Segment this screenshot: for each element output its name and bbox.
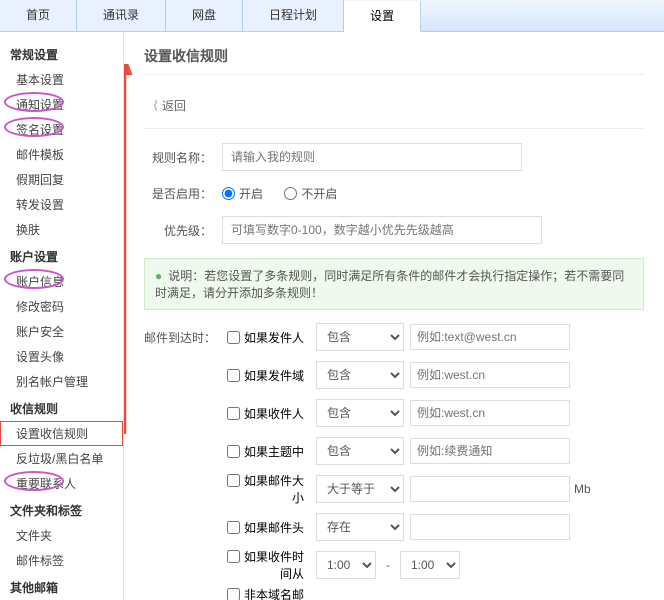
tab-1[interactable]: 通讯录 bbox=[77, 0, 166, 31]
condition-checkbox[interactable]: 如果收件人 bbox=[222, 405, 310, 422]
condition-select[interactable]: 包含 bbox=[316, 399, 404, 427]
condition-checkbox[interactable]: 如果发件人 bbox=[222, 329, 310, 346]
rule-name-label: 规则名称： bbox=[144, 149, 212, 166]
radio-on[interactable]: 开启 bbox=[222, 187, 263, 201]
condition-select[interactable]: 存在 bbox=[316, 513, 404, 541]
condition-checkbox[interactable]: 如果主题中 bbox=[222, 443, 310, 460]
condition-checkbox[interactable]: 如果邮件大小 bbox=[222, 472, 310, 506]
top-tabs: 首页通讯录网盘日程计划设置 bbox=[0, 0, 664, 32]
condition-value-input[interactable] bbox=[410, 438, 570, 464]
sidebar-item[interactable]: 假期回复 bbox=[0, 167, 123, 192]
condition-row: 邮件到达时：如果发件人包含 bbox=[144, 320, 644, 354]
sidebar-item[interactable]: 账户信息 bbox=[0, 269, 123, 294]
sidebar-heading: 账户设置 bbox=[0, 242, 123, 269]
condition-checkbox[interactable]: 如果发件域 bbox=[222, 367, 310, 384]
condition-row: 如果邮件大小大于等于 Mb bbox=[144, 472, 644, 506]
condition-value-input[interactable] bbox=[410, 476, 570, 502]
condition-checkbox[interactable]: 非本域名邮件 bbox=[222, 586, 310, 600]
dash-separator: - bbox=[386, 558, 390, 572]
tab-2[interactable]: 网盘 bbox=[166, 0, 243, 31]
sidebar-item[interactable]: 签名设置 bbox=[0, 117, 123, 142]
sidebar-item[interactable]: 修改密码 bbox=[0, 294, 123, 319]
info-text: 说明：若您设置了多条规则，同时满足所有条件的邮件才会执行指定操作；若不需要同时满… bbox=[155, 269, 624, 300]
tab-4[interactable]: 设置 bbox=[344, 1, 421, 32]
sidebar-item[interactable]: 重要联系人 bbox=[0, 471, 123, 496]
tab-3[interactable]: 日程计划 bbox=[243, 0, 344, 31]
sidebar-heading: 文件夹和标签 bbox=[0, 496, 123, 523]
content-area: 设置收信规则 《返回 规则名称： 是否启用： 开启 不开启 优先级： ●说明：若… bbox=[124, 32, 664, 600]
time-to-select[interactable]: 1:00 bbox=[400, 551, 460, 579]
condition-row-time: 如果收件时间从1:00-1:00 bbox=[144, 548, 644, 582]
sidebar-heading: 常规设置 bbox=[0, 40, 123, 67]
sidebar-item[interactable]: 邮件标签 bbox=[0, 548, 123, 573]
sidebar-heading: 其他邮箱 bbox=[0, 573, 123, 600]
condition-select[interactable]: 包含 bbox=[316, 437, 404, 465]
sidebar-item[interactable]: 换肤 bbox=[0, 217, 123, 242]
sidebar-item[interactable]: 反垃圾/黑白名单 bbox=[0, 446, 123, 471]
enable-radio-group: 开启 不开启 bbox=[222, 185, 355, 202]
info-icon: ● bbox=[155, 269, 162, 283]
annotation-ring bbox=[4, 269, 64, 289]
info-bar: ●说明：若您设置了多条规则，同时满足所有条件的邮件才会执行指定操作；若不需要同时… bbox=[144, 258, 644, 310]
annotation-ring bbox=[4, 117, 64, 137]
condition-checkbox[interactable]: 如果邮件头 bbox=[222, 519, 310, 536]
condition-checkbox[interactable]: 如果收件时间从 bbox=[222, 548, 310, 582]
condition-value-input[interactable] bbox=[410, 514, 570, 540]
sidebar-item[interactable]: 文件夹 bbox=[0, 523, 123, 548]
condition-value-input[interactable] bbox=[410, 400, 570, 426]
condition-row: 如果主题中包含 bbox=[144, 434, 644, 468]
condition-row: 如果收件人包含 bbox=[144, 396, 644, 430]
sidebar-item[interactable]: 基本设置 bbox=[0, 67, 123, 92]
back-label: 返回 bbox=[162, 99, 186, 113]
back-button[interactable]: 《返回 bbox=[144, 89, 644, 129]
condition-row: 如果邮件头存在 bbox=[144, 510, 644, 544]
radio-off[interactable]: 不开启 bbox=[284, 187, 337, 201]
condition-value-input[interactable] bbox=[410, 362, 570, 388]
sidebar-item[interactable]: 邮件模板 bbox=[0, 142, 123, 167]
condition-value-input[interactable] bbox=[410, 324, 570, 350]
sidebar-item[interactable]: 账户安全 bbox=[0, 319, 123, 344]
enable-label: 是否启用： bbox=[144, 185, 212, 202]
unit-label: Mb bbox=[574, 482, 591, 496]
rule-name-input[interactable] bbox=[222, 143, 522, 171]
priority-input[interactable] bbox=[222, 216, 542, 244]
page-title: 设置收信规则 bbox=[144, 46, 644, 75]
conditions-table: 邮件到达时：如果发件人包含如果发件域包含如果收件人包含如果主题中包含如果邮件大小… bbox=[144, 320, 644, 600]
sidebar-heading: 收信规则 bbox=[0, 394, 123, 421]
sidebar-item[interactable]: 设置收信规则 bbox=[0, 421, 123, 446]
sidebar: 常规设置基本设置通知设置签名设置邮件模板假期回复转发设置换肤账户设置账户信息修改… bbox=[0, 32, 124, 600]
time-from-select[interactable]: 1:00 bbox=[316, 551, 376, 579]
sidebar-item[interactable]: 设置头像 bbox=[0, 344, 123, 369]
priority-label: 优先级： bbox=[144, 222, 212, 239]
sidebar-item[interactable]: 别名帐户管理 bbox=[0, 369, 123, 394]
condition-select[interactable]: 包含 bbox=[316, 361, 404, 389]
condition-select[interactable]: 大于等于 bbox=[316, 475, 404, 503]
sidebar-item[interactable]: 通知设置 bbox=[0, 92, 123, 117]
tab-0[interactable]: 首页 bbox=[0, 0, 77, 31]
annotation-ring bbox=[4, 471, 64, 491]
condition-select[interactable]: 包含 bbox=[316, 323, 404, 351]
condition-row: 非本域名邮件 bbox=[144, 586, 644, 600]
condition-row: 如果发件域包含 bbox=[144, 358, 644, 392]
sidebar-item[interactable]: 转发设置 bbox=[0, 192, 123, 217]
annotation-ring bbox=[4, 92, 64, 112]
chevron-left-icon: 《 bbox=[150, 97, 157, 114]
condition-first-label: 邮件到达时： bbox=[144, 329, 222, 346]
